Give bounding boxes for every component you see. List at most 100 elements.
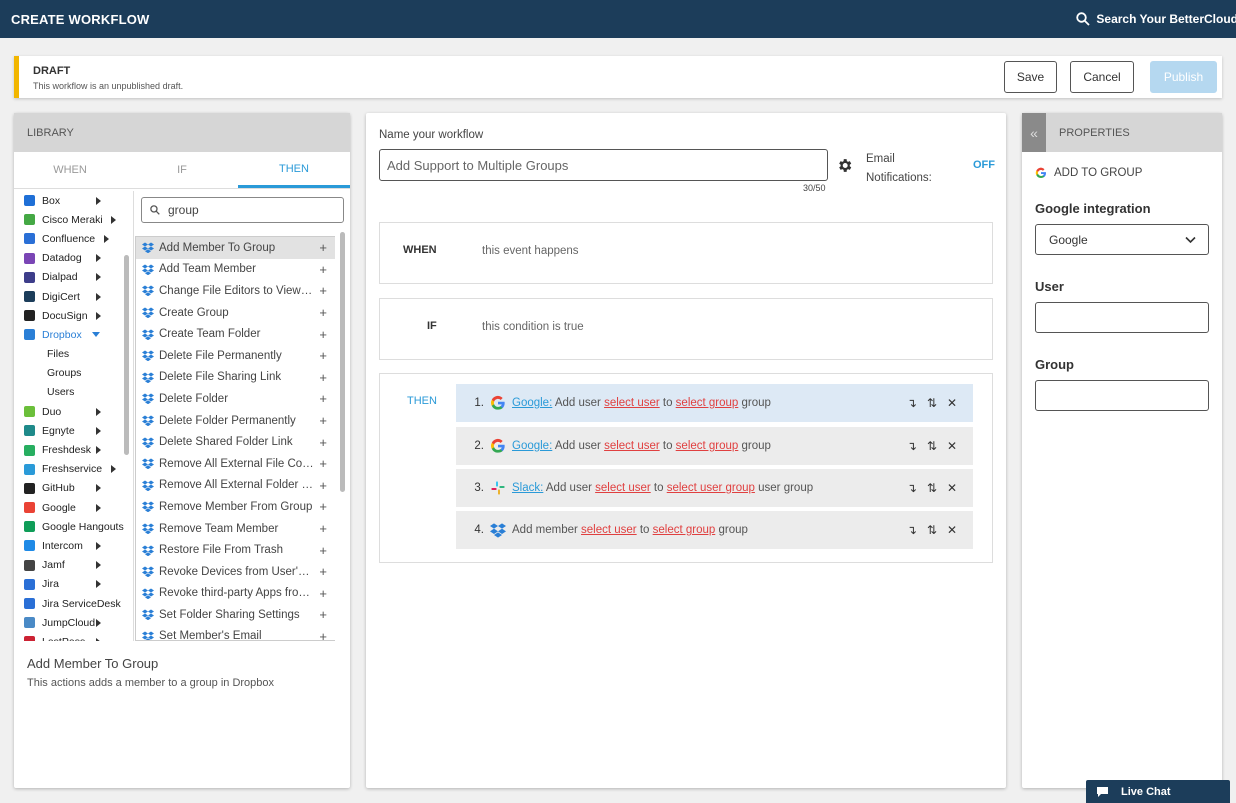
collapse-properties-icon[interactable]: « xyxy=(1022,113,1046,152)
action-search-input[interactable]: group xyxy=(141,197,344,223)
add-icon[interactable]: + xyxy=(319,413,327,428)
add-icon[interactable]: + xyxy=(319,456,327,471)
move-down-icon[interactable]: ↴ xyxy=(907,439,917,453)
action-item[interactable]: Revoke third-party Apps from User + xyxy=(136,583,335,605)
live-chat-button[interactable]: Live Chat xyxy=(1086,780,1230,803)
gear-icon[interactable] xyxy=(836,157,853,174)
action-item[interactable]: Remove Member From Group + xyxy=(136,496,335,518)
select-user-link[interactable]: select user xyxy=(595,482,651,494)
add-icon[interactable]: + xyxy=(319,435,327,450)
action-item[interactable]: Remove All External Folder Collaborators… xyxy=(136,475,335,497)
integration-item[interactable]: Intercom xyxy=(14,536,133,555)
move-down-icon[interactable]: ↴ xyxy=(907,396,917,410)
integration-item[interactable]: Egnyte xyxy=(14,421,133,440)
tab-then[interactable]: THEN xyxy=(238,152,350,188)
publish-button[interactable]: Publish xyxy=(1150,61,1217,93)
action-item[interactable]: Remove Team Member + xyxy=(136,518,335,540)
select-group-link[interactable]: select group xyxy=(676,440,739,452)
action-item[interactable]: Create Team Folder + xyxy=(136,323,335,345)
step-app-link[interactable]: Google: xyxy=(512,397,552,409)
action-item[interactable]: Add Member To Group + xyxy=(136,237,335,259)
action-item[interactable]: Delete Folder Permanently + xyxy=(136,410,335,432)
user-input[interactable] xyxy=(1035,302,1209,333)
integration-item[interactable]: Google xyxy=(14,498,133,517)
action-item[interactable]: Remove All External File Collaborators + xyxy=(136,453,335,475)
integration-item[interactable]: Files xyxy=(14,345,133,364)
global-search[interactable]: Search Your BetterCloud xyxy=(1076,12,1236,26)
add-icon[interactable]: + xyxy=(319,283,327,298)
workflow-step[interactable]: 4. Add member select user to select group… xyxy=(456,511,973,549)
action-item[interactable]: Delete Shared Folder Link + xyxy=(136,431,335,453)
add-icon[interactable]: + xyxy=(319,607,327,622)
step-app-link[interactable]: Slack: xyxy=(512,482,543,494)
group-input[interactable] xyxy=(1035,380,1209,411)
add-icon[interactable]: + xyxy=(319,327,327,342)
close-icon[interactable]: ✕ xyxy=(947,396,957,410)
add-icon[interactable]: + xyxy=(319,305,327,320)
workflow-step[interactable]: 1. Google: Add user select user to select… xyxy=(456,384,973,422)
integration-item[interactable]: Datadog xyxy=(14,249,133,268)
integration-item[interactable]: DigiCert xyxy=(14,287,133,306)
workflow-step[interactable]: 3. Slack: Add user select user to select … xyxy=(456,469,973,507)
select-user-link[interactable]: select user xyxy=(581,524,637,536)
reorder-icon[interactable]: ⇅ xyxy=(927,523,937,537)
add-icon[interactable]: + xyxy=(319,391,327,406)
move-down-icon[interactable]: ↴ xyxy=(907,523,917,537)
integration-item[interactable]: Dropbox xyxy=(14,325,133,344)
action-item[interactable]: Delete Folder + xyxy=(136,388,335,410)
close-icon[interactable]: ✕ xyxy=(947,481,957,495)
add-icon[interactable]: + xyxy=(319,499,327,514)
integration-item[interactable]: DocuSign xyxy=(14,306,133,325)
save-button[interactable]: Save xyxy=(1004,61,1057,93)
reorder-icon[interactable]: ⇅ xyxy=(927,439,937,453)
integration-item[interactable]: Jira ServiceDesk xyxy=(14,594,133,613)
select-group-link[interactable]: select group xyxy=(653,524,716,536)
integration-item[interactable]: Users xyxy=(14,383,133,402)
add-icon[interactable]: + xyxy=(319,586,327,601)
action-item[interactable]: Revoke Devices from User's Account + xyxy=(136,561,335,583)
workflow-step[interactable]: 2. Google: Add user select user to select… xyxy=(456,427,973,465)
integration-item[interactable]: Google Hangouts xyxy=(14,517,133,536)
integration-item[interactable]: Freshdesk xyxy=(14,440,133,459)
action-item[interactable]: Add Team Member + xyxy=(136,259,335,281)
action-item[interactable]: Delete File Permanently + xyxy=(136,345,335,367)
select-user-link[interactable]: select user xyxy=(604,397,660,409)
select-group-link[interactable]: select user group xyxy=(667,482,755,494)
integration-item[interactable]: Confluence xyxy=(14,229,133,248)
integration-item[interactable]: Duo xyxy=(14,402,133,421)
if-section[interactable]: IF this condition is true xyxy=(379,298,993,360)
select-user-link[interactable]: select user xyxy=(604,440,660,452)
action-item[interactable]: Set Member's Email + xyxy=(136,626,335,640)
close-icon[interactable]: ✕ xyxy=(947,523,957,537)
integration-select[interactable]: Google xyxy=(1035,224,1209,255)
add-icon[interactable]: + xyxy=(319,240,327,255)
action-scrollbar[interactable] xyxy=(340,232,345,492)
add-icon[interactable]: + xyxy=(319,629,327,640)
integration-scrollbar[interactable] xyxy=(124,255,129,455)
reorder-icon[interactable]: ⇅ xyxy=(927,481,937,495)
integration-item[interactable]: GitHub xyxy=(14,479,133,498)
reorder-icon[interactable]: ⇅ xyxy=(927,396,937,410)
workflow-name-input[interactable]: Add Support to Multiple Groups xyxy=(379,149,828,181)
step-app-link[interactable]: Google: xyxy=(512,440,552,452)
close-icon[interactable]: ✕ xyxy=(947,439,957,453)
integration-item[interactable]: Cisco Meraki xyxy=(14,210,133,229)
add-icon[interactable]: + xyxy=(319,370,327,385)
integration-item[interactable]: Freshservice xyxy=(14,460,133,479)
add-icon[interactable]: + xyxy=(319,478,327,493)
action-item[interactable]: Delete File Sharing Link + xyxy=(136,367,335,389)
select-group-link[interactable]: select group xyxy=(676,397,739,409)
action-item[interactable]: Set Folder Sharing Settings + xyxy=(136,604,335,626)
action-item[interactable]: Change File Editors to Viewers + xyxy=(136,280,335,302)
cancel-button[interactable]: Cancel xyxy=(1070,61,1134,93)
email-toggle[interactable]: OFF xyxy=(973,159,995,171)
integration-item[interactable]: JumpCloud xyxy=(14,613,133,632)
integration-item[interactable]: Jira xyxy=(14,575,133,594)
add-icon[interactable]: + xyxy=(319,262,327,277)
add-icon[interactable]: + xyxy=(319,521,327,536)
integration-item[interactable]: LastPass xyxy=(14,632,133,641)
tab-if[interactable]: IF xyxy=(126,152,238,188)
integration-item[interactable]: Groups xyxy=(14,364,133,383)
action-item[interactable]: Restore File From Trash + xyxy=(136,539,335,561)
integration-item[interactable]: Jamf xyxy=(14,556,133,575)
